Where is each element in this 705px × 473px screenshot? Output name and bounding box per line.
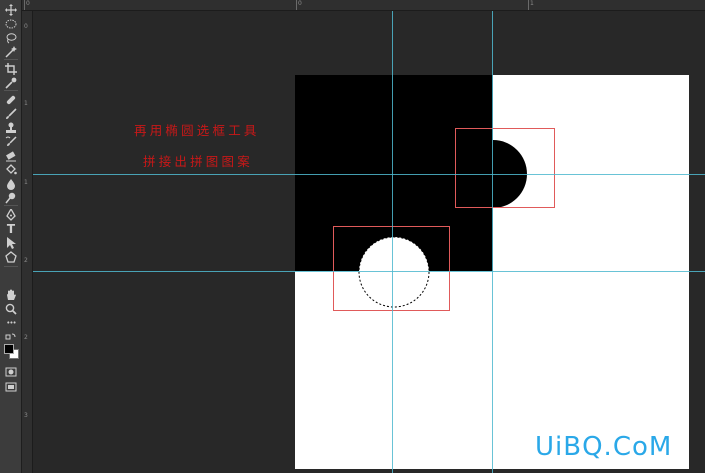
horizontal-guide[interactable] xyxy=(33,271,705,272)
canvas-shapes[interactable] xyxy=(0,0,705,473)
vertical-guide[interactable] xyxy=(492,11,493,473)
horizontal-guide[interactable] xyxy=(33,174,705,175)
photoshop-window: T ••• 0 0 1 0 1 1 2 2 3 再用椭圆选框工具 拼接出拼图图案… xyxy=(0,0,705,473)
site-watermark: UiBQ.CoM xyxy=(535,432,673,462)
tutorial-caption-line2: 拼接出拼图图案 xyxy=(143,154,253,169)
tutorial-caption-line1: 再用椭圆选框工具 xyxy=(134,123,260,138)
vertical-guide[interactable] xyxy=(392,11,393,473)
